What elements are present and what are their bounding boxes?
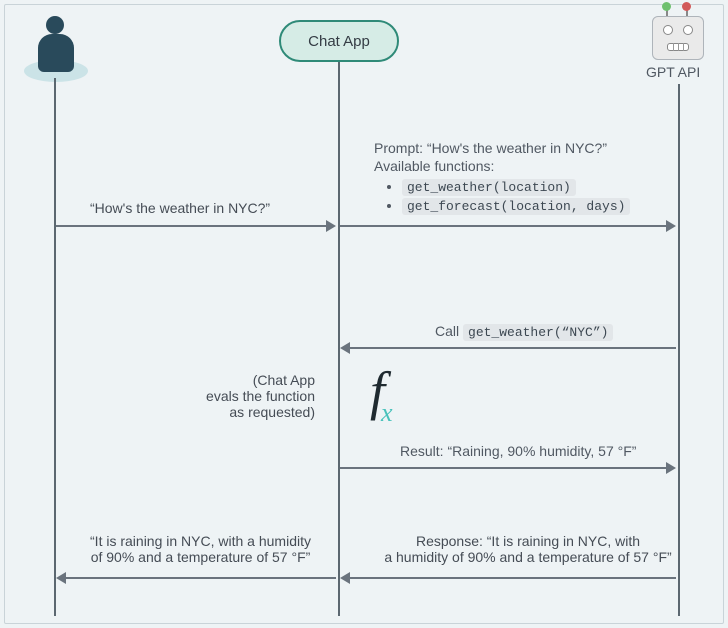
final-l2: of 90% and a temperature of 57 °F” [63, 549, 338, 565]
msg-api-to-app-call: Call get_weather(“NYC”) [435, 323, 613, 340]
msg-response: Response: “It is raining in NYC, with a … [378, 533, 678, 565]
arrowhead-app-to-api [666, 220, 676, 232]
arrowhead-app-to-user [56, 572, 66, 584]
msg-app-to-api: Prompt: “How's the weather in NYC?” Avai… [374, 140, 630, 216]
response-l1: Response: “It is raining in NYC, with [378, 533, 678, 549]
diagram-frame [4, 4, 724, 624]
fx-x: x [381, 398, 393, 427]
api-label: GPT API [646, 64, 700, 80]
lifeline-chat-app [338, 62, 340, 616]
arrowhead-api-to-app-response [340, 572, 350, 584]
msg-result: Result: “Raining, 90% humidity, 57 °F” [400, 443, 636, 459]
func2-code: get_forecast(location, days) [402, 198, 630, 215]
arrow-app-to-api-result [340, 467, 668, 469]
arrowhead-api-to-app-call [340, 342, 350, 354]
arrowhead-user-to-app [326, 220, 336, 232]
func1-code: get_weather(location) [402, 179, 576, 196]
eval-note-l1: (Chat App [185, 372, 315, 388]
arrow-api-to-app-call [350, 347, 676, 349]
arrow-app-to-user [66, 577, 336, 579]
arrow-app-to-api [340, 225, 668, 227]
arrow-user-to-app [56, 225, 328, 227]
func1-item: get_weather(location) [402, 178, 630, 195]
chat-app-label: Chat App [308, 33, 370, 50]
fx-symbol: fx [370, 360, 397, 422]
chat-app-node: Chat App [279, 20, 399, 62]
eval-note-l2: evals the function [185, 388, 315, 404]
call-label: Call [435, 323, 459, 339]
final-l1: “It is raining in NYC, with a humidity [63, 533, 338, 549]
lifeline-user [54, 78, 56, 616]
user-icon [20, 10, 92, 80]
arrow-api-to-app-response [350, 577, 676, 579]
call-code: get_weather(“NYC”) [463, 324, 613, 341]
eval-note-l3: as requested) [185, 404, 315, 420]
func2-item: get_forecast(location, days) [402, 197, 630, 214]
arrowhead-app-to-api-result [666, 462, 676, 474]
eval-note: (Chat App evals the function as requeste… [185, 372, 315, 420]
response-l2: a humidity of 90% and a temperature of 5… [378, 549, 678, 565]
msg-user-to-app: “How's the weather in NYC?” [90, 200, 270, 216]
available-functions-label: Available functions: [374, 158, 630, 174]
msg-final: “It is raining in NYC, with a humidity o… [63, 533, 338, 565]
prompt-text: Prompt: “How's the weather in NYC?” [374, 140, 630, 156]
lifeline-api [678, 84, 680, 616]
